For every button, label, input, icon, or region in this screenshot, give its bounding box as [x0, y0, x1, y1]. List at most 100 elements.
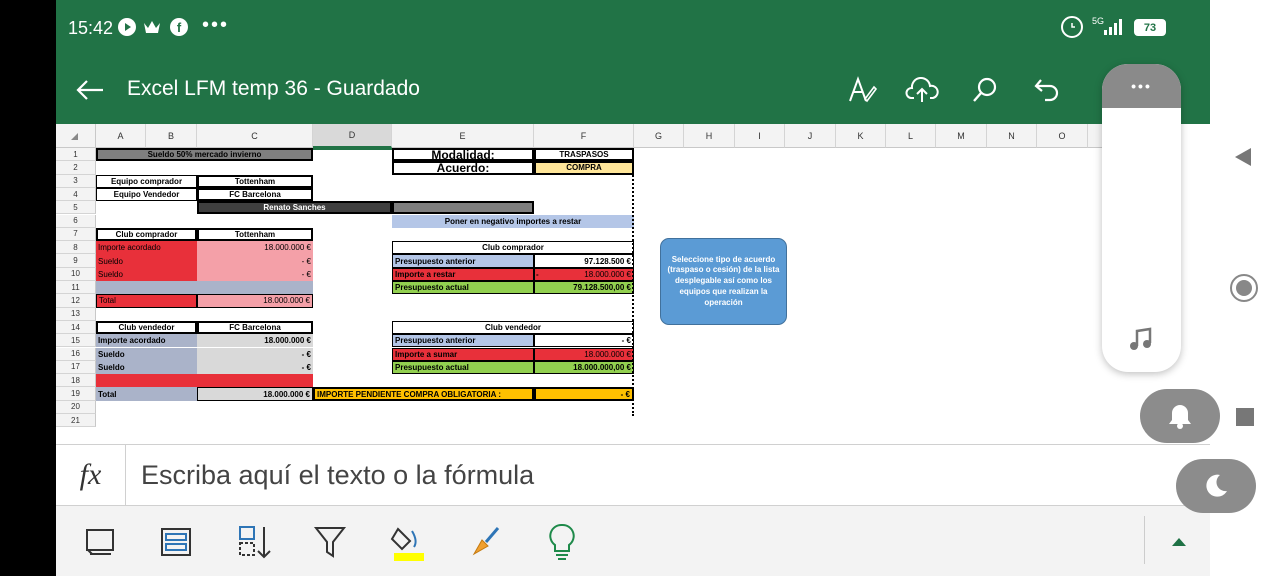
importe-acordado-cell[interactable]: 18.000.000 € — [197, 241, 313, 255]
notification-bell-icon[interactable] — [1140, 389, 1220, 443]
back-nav-icon[interactable] — [1230, 144, 1256, 170]
equipo-vendedor-label-cell[interactable]: Equipo Vendedor — [96, 187, 197, 202]
vend-total-label-cell[interactable]: Total — [96, 387, 197, 401]
empty-cell[interactable] — [96, 281, 197, 295]
row-header[interactable]: 15 — [56, 334, 96, 348]
column-header[interactable]: N — [987, 124, 1037, 148]
importe-sumar-label-cell[interactable]: Importe a sumar — [392, 347, 534, 361]
row-header[interactable]: 1 — [56, 148, 96, 162]
row-header[interactable]: 17 — [56, 360, 96, 375]
acuerdo-cell[interactable]: COMPRA — [534, 161, 634, 175]
empty-gray-cell[interactable] — [392, 201, 534, 215]
pres-actual-label-cell[interactable]: Presupuesto actual — [392, 281, 534, 295]
row-header[interactable]: 11 — [56, 281, 96, 295]
sheet-title-cell[interactable]: Sueldo 50% mercado invierno — [96, 148, 313, 162]
function-icon[interactable]: fx — [56, 445, 126, 505]
row-header[interactable]: 9 — [56, 254, 96, 268]
row-header[interactable]: 14 — [56, 320, 96, 335]
clear-format-icon[interactable] — [466, 522, 506, 562]
row-header[interactable]: 7 — [56, 227, 96, 242]
back-arrow-icon[interactable] — [72, 76, 108, 104]
empty-cell[interactable] — [197, 374, 313, 388]
empty-cell[interactable] — [197, 281, 313, 295]
vend-sueldo-label-cell[interactable]: Sueldo — [96, 347, 197, 361]
club-comprador-cell[interactable]: Tottenham — [197, 227, 313, 242]
instruction-note[interactable]: Seleccione tipo de acuerdo (traspaso o c… — [660, 238, 787, 325]
row-header[interactable]: 19 — [56, 387, 96, 401]
search-icon[interactable] — [968, 74, 1002, 106]
pendiente-cell[interactable]: - € — [534, 387, 634, 401]
recents-nav-icon[interactable] — [1236, 408, 1254, 426]
lightbulb-icon[interactable] — [542, 520, 582, 564]
expand-up-icon[interactable] — [1168, 532, 1190, 552]
select-all-corner[interactable] — [56, 124, 96, 148]
vend-importe-label-cell[interactable]: Importe acordado — [96, 334, 197, 348]
pres-anterior-cell[interactable]: 97.128.500 € — [534, 254, 634, 268]
equipo-comprador-cell[interactable]: Tottenham — [197, 174, 313, 188]
row-header[interactable]: 21 — [56, 414, 96, 428]
pres-actual-cell[interactable]: 79.128.500,00 € — [534, 281, 634, 295]
sort-icon[interactable] — [234, 522, 274, 562]
importe-acordado-label-cell[interactable]: Importe acordado — [96, 241, 197, 255]
formula-input[interactable]: Escriba aquí el texto o la fórmula — [141, 460, 534, 491]
undo-icon[interactable] — [1030, 74, 1064, 106]
row-header[interactable]: 4 — [56, 187, 96, 202]
total-cell[interactable]: 18.000.000 € — [197, 294, 313, 308]
row-header[interactable]: 6 — [56, 214, 96, 228]
vend-pres-actual-label-cell[interactable]: Presupuesto actual — [392, 360, 534, 375]
row-header[interactable]: 10 — [56, 267, 96, 281]
vend-pres-anterior-label-cell[interactable]: Presupuesto anterior — [392, 334, 534, 348]
column-header[interactable]: F — [534, 124, 634, 148]
column-header[interactable]: C — [197, 124, 313, 148]
row-header[interactable]: 12 — [56, 294, 96, 308]
row-header[interactable]: 16 — [56, 347, 96, 361]
vend-sueldo-cell[interactable]: - € — [197, 360, 313, 375]
fill-color-icon[interactable] — [386, 520, 430, 564]
acuerdo-label-cell[interactable]: Acuerdo: — [392, 161, 534, 175]
total-label-cell[interactable]: Total — [96, 294, 197, 308]
column-header[interactable]: M — [936, 124, 987, 148]
sueldo-cell[interactable]: - € — [197, 267, 313, 281]
row-header[interactable]: 2 — [56, 161, 96, 175]
sueldo-label-cell[interactable]: Sueldo — [96, 254, 197, 268]
player-cell[interactable]: Renato Sanches — [197, 201, 392, 215]
pendiente-label-cell[interactable]: IMPORTE PENDIENTE COMPRA OBLIGATORIA : — [313, 387, 534, 401]
negativo-note-cell[interactable]: Poner en negativo importes a restar — [392, 214, 634, 228]
spreadsheet-grid[interactable]: ABCDEFGHIJKLMNOPF 1234567891011121314151… — [56, 124, 1210, 444]
column-header[interactable]: L — [886, 124, 936, 148]
modalidad-cell[interactable]: TRASPASOS — [534, 148, 634, 162]
table-format-icon[interactable] — [156, 524, 196, 560]
column-header[interactable]: J — [785, 124, 836, 148]
column-header[interactable]: E — [392, 124, 534, 148]
row-header[interactable]: 20 — [56, 400, 96, 414]
importe-restar-label-cell[interactable]: Importe a restar — [392, 267, 534, 281]
column-header[interactable]: K — [836, 124, 886, 148]
vend-sueldo-cell[interactable]: - € — [197, 347, 313, 361]
vend-pres-anterior-cell[interactable]: - € — [534, 334, 634, 348]
column-header[interactable]: O — [1037, 124, 1088, 148]
row-header[interactable]: 3 — [56, 174, 96, 188]
cloud-upload-icon[interactable] — [904, 74, 940, 106]
vend-pres-actual-cell[interactable]: 18.000.000,00 € — [534, 360, 634, 375]
equipo-comprador-label-cell[interactable]: Equipo comprador — [96, 174, 197, 188]
row-header[interactable]: 8 — [56, 241, 96, 255]
club-vendedor-label-cell[interactable]: Club vendedor — [96, 320, 197, 335]
importe-restar-dash[interactable]: - — [534, 268, 634, 281]
sueldo-cell[interactable]: - € — [197, 254, 313, 268]
column-header[interactable]: I — [735, 124, 785, 148]
row-header[interactable]: 5 — [56, 201, 96, 215]
club-comprador-label-cell[interactable]: Club comprador — [96, 227, 197, 242]
filter-icon[interactable] — [310, 522, 350, 562]
vend-sueldo-label-cell[interactable]: Sueldo — [96, 360, 197, 375]
column-header[interactable]: G — [634, 124, 684, 148]
column-header[interactable]: D — [313, 124, 392, 148]
sueldo-label-cell[interactable]: Sueldo — [96, 267, 197, 281]
column-header[interactable]: B — [146, 124, 197, 148]
column-header[interactable]: H — [684, 124, 735, 148]
row-header[interactable]: 13 — [56, 307, 96, 321]
panel-handle-icon[interactable]: ••• — [1102, 64, 1181, 108]
equipo-vendedor-cell[interactable]: FC Barcelona — [197, 187, 313, 202]
music-note-icon[interactable] — [1126, 324, 1156, 354]
vend-total-cell[interactable]: 18.000.000 € — [197, 387, 313, 401]
draw-icon[interactable] — [845, 74, 879, 106]
